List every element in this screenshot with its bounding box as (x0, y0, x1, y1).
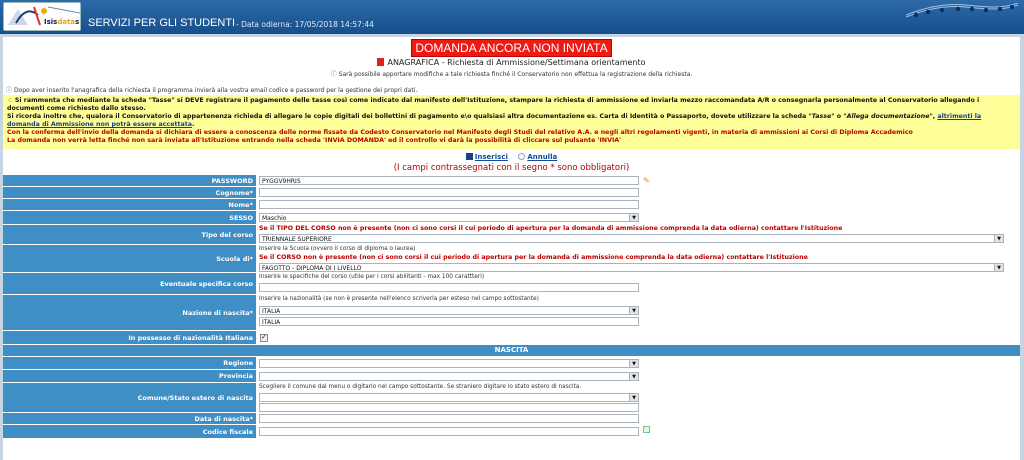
comune-hint: Scegliere il comune dal menu o digitarlo… (259, 384, 582, 390)
dropdown-arrow-icon: ▼ (997, 265, 1001, 271)
save-button[interactable]: Inserisci (475, 153, 508, 161)
nazionalita-checkbox[interactable] (260, 333, 268, 342)
row-specifica: Eventuale specifica corso Inserire le sp… (3, 273, 1020, 295)
scuola-warning: Se il CORSO non è presente (non ci sono … (259, 254, 808, 261)
key-icon[interactable]: ✎ (643, 176, 651, 185)
music-notes-decoration-icon (906, 3, 1018, 18)
specifica-label: Eventuale specifica corso (160, 279, 253, 288)
notice-box: ⚠ Si rammenta che mediante la scheda "Ta… (3, 95, 1020, 149)
row-data-nascita: Data di nascita* (3, 413, 1020, 425)
data-nascita-label: Data di nascita* (194, 414, 253, 423)
tipo-corso-select[interactable]: TRIENNALE SUPERIORE ▼ (259, 234, 1004, 243)
app-title: SERVIZI PER GLI STUDENTI (88, 17, 236, 29)
nascita-section-header: NASCITA (3, 345, 1020, 356)
notice-line-1: Si rammenta che mediante la scheda "Tass… (7, 97, 980, 112)
codice-fiscale-label: Codice fiscale (202, 427, 253, 436)
nazione-field[interactable]: ITALIA (259, 317, 639, 326)
regione-label: Regione (223, 359, 253, 367)
notice-line-2: Si ricorda inoltre che, qualora il Conse… (7, 113, 982, 128)
provincia-select[interactable]: ▼ (259, 372, 639, 381)
pdf-icon[interactable] (377, 58, 385, 66)
provincia-label: Provincia (219, 372, 253, 380)
after-save-note: ⓘ Dopo aver inserito l'anagrafica della … (6, 87, 418, 94)
row-nazionalita: In possesso di nazionalità Italiana (3, 331, 1020, 345)
page-subnote: ⓘ Sarà possibile apportare modifiche a t… (330, 71, 693, 78)
row-tipo-corso: Tipo del corso Se il TIPO DEL CORSO non … (3, 225, 1020, 245)
password-field[interactable]: PYGGV9HRIS (259, 176, 639, 185)
row-comune: Comune/Stato estero di nascita Scegliere… (3, 383, 1020, 413)
cancel-button[interactable]: Annulla (527, 153, 557, 161)
specifica-field[interactable] (259, 283, 639, 292)
dropdown-arrow-icon: ▼ (632, 395, 636, 401)
cognome-label: Cognome* (215, 188, 253, 197)
scuola-select[interactable]: FAGOTTO - DIPLOMA DI I LIVELLO ▼ (259, 263, 1004, 272)
nazione-hint: Inserire la nazionalità (se non è presen… (259, 296, 539, 302)
isisdata-logo[interactable]: Isisdatasrl (3, 2, 81, 31)
dropdown-arrow-icon: ▼ (632, 215, 636, 221)
notice-line-4: La domanda non verrà letta finché non sa… (7, 137, 622, 144)
nome-label: Nome* (228, 200, 254, 209)
row-regione: Regione ▼ (3, 357, 1020, 370)
scuola-hint: Inserire la Scuola (ovvero il corso di d… (259, 246, 416, 252)
logo-text: Isisdatasrl (44, 18, 80, 26)
cognome-field[interactable] (259, 188, 639, 197)
specifica-hint: Inserire le specifiche del corso (utile … (259, 274, 485, 280)
warning-icon: ⚠ (7, 97, 13, 104)
notice-line-3: Con la conferma dell'invio della domanda… (7, 129, 913, 136)
regione-select[interactable]: ▼ (259, 359, 639, 368)
nazione-label: Nazione di nascita* (182, 308, 253, 317)
row-nazione: Nazione di nascita* Inserire la nazional… (3, 295, 1020, 331)
password-label: PASSWORD (3, 175, 256, 186)
current-date: - Data odierna: 17/05/2018 14:57:44 (236, 20, 374, 29)
nazionalita-label: In possesso di nazionalità Italiana (128, 333, 253, 342)
row-codice-fiscale: Codice fiscale (3, 425, 1020, 439)
comune-field[interactable] (259, 403, 639, 412)
dropdown-arrow-icon: ▼ (632, 361, 636, 367)
comune-label: Comune/Stato estero di nascita (137, 393, 253, 402)
row-scuola: Scuola di* Inserire la Scuola (ovvero il… (3, 245, 1020, 273)
dropdown-arrow-icon: ▼ (632, 308, 636, 314)
nome-field[interactable] (259, 200, 639, 209)
logo-graphic-icon (4, 3, 80, 30)
tipo-corso-label: Tipo del corso (201, 230, 253, 239)
required-fields-note: (I campi contrassegnati con il segno * s… (393, 163, 630, 173)
row-sesso: SESSO Maschio ▼ (3, 211, 1020, 225)
main-panel: DOMANDA ANCORA NON INVIATA ANAGRAFICA - … (3, 37, 1020, 460)
page-title: ANAGRAFICA - Richiesta di Ammissione/Set… (3, 58, 1020, 67)
undo-icon[interactable] (518, 153, 526, 160)
comune-select[interactable]: ▼ (259, 393, 639, 402)
sesso-select[interactable]: Maschio ▼ (259, 213, 639, 222)
sesso-label: SESSO (229, 213, 253, 222)
row-cognome: Cognome* (3, 187, 1020, 199)
scuola-label: Scuola di* (216, 254, 253, 263)
info-icon: ⓘ (330, 71, 337, 78)
tipo-corso-hint: Se il TIPO DEL CORSO non è presente (non… (259, 225, 843, 232)
save-icon[interactable] (465, 153, 473, 160)
codice-fiscale-field[interactable] (259, 427, 639, 436)
status-banner: DOMANDA ANCORA NON INVIATA (411, 39, 612, 57)
dropdown-arrow-icon: ▼ (632, 374, 636, 380)
data-nascita-field[interactable] (259, 414, 639, 423)
row-nome: Nome* (3, 199, 1020, 211)
form-actions: Inserisci Annulla (3, 153, 1020, 161)
app-header: Isisdatasrl SERVIZI PER GLI STUDENTI - D… (0, 0, 1024, 34)
edit-icon[interactable] (643, 426, 650, 433)
nazione-select[interactable]: ITALIA ▼ (259, 306, 639, 315)
row-provincia: Provincia ▼ (3, 370, 1020, 383)
row-password: PASSWORD PYGGV9HRIS ✎ (3, 175, 1020, 187)
dropdown-arrow-icon: ▼ (997, 236, 1001, 242)
info-icon: ⓘ (6, 87, 13, 94)
